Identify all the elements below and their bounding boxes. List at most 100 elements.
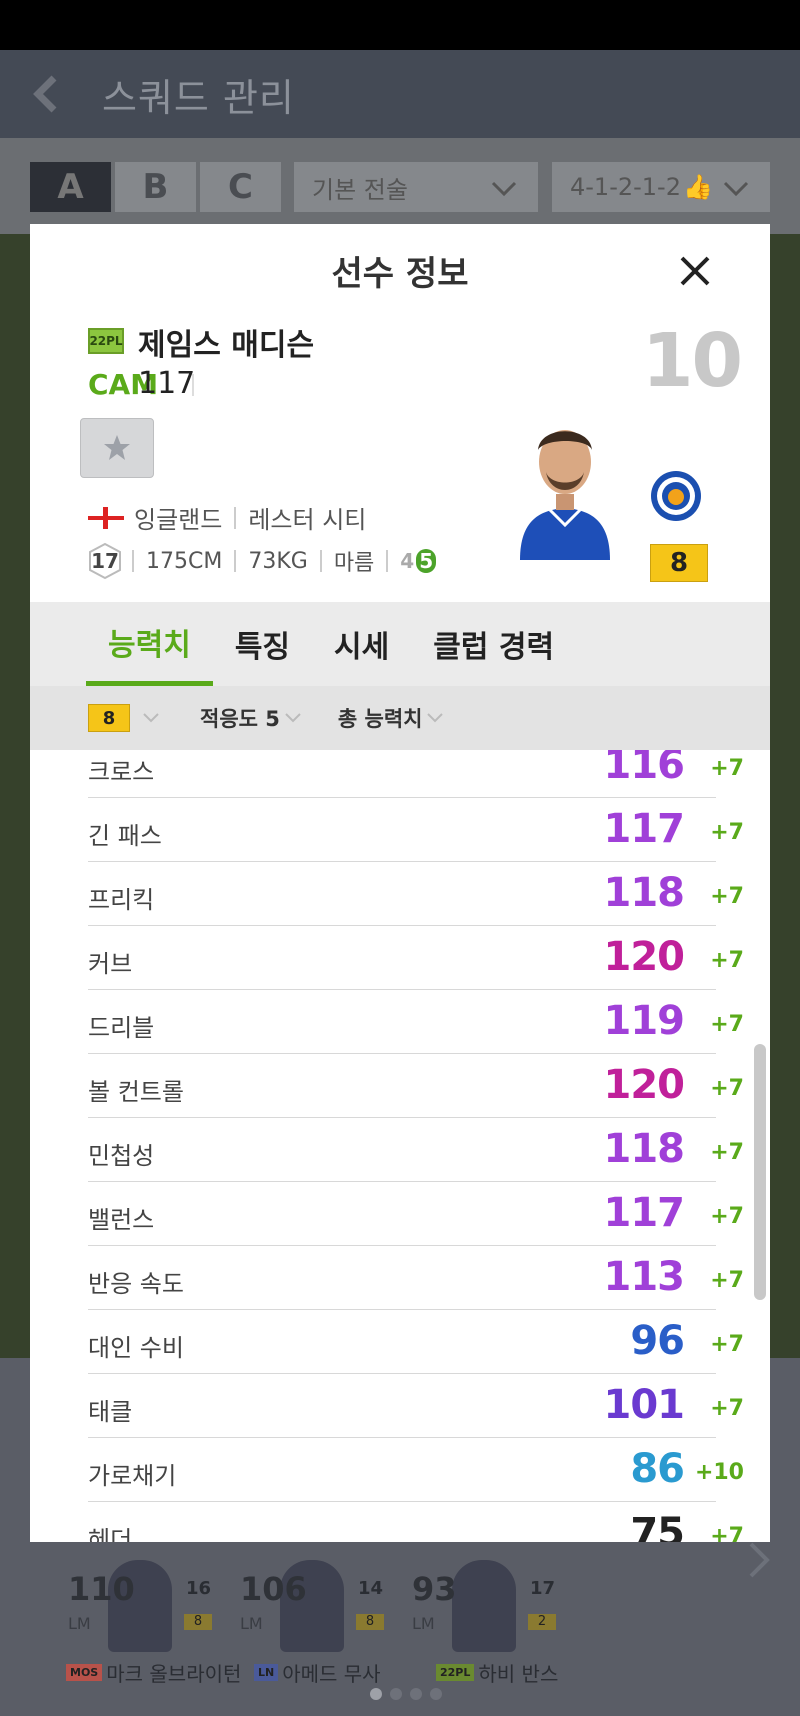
chevron-down-icon (723, 181, 749, 197)
squad-tab-c[interactable]: C (198, 160, 283, 214)
stat-value: 117 (603, 1190, 685, 1236)
stat-bonus: +7 (710, 1140, 744, 1165)
stat-bonus: +7 (710, 1332, 744, 1357)
player-info-modal: 선수 정보 22PL 제임스 매디슨 10 CAM 117 잉글랜드 레스터 시… (30, 224, 770, 1542)
stat-name: 긴 패스 (88, 822, 162, 850)
back-button[interactable] (30, 50, 90, 138)
squad-tab-b[interactable]: B (113, 160, 198, 214)
player-photo (452, 1560, 516, 1652)
tab-traits[interactable]: 특징 (213, 602, 312, 686)
bench-position: LM (412, 1614, 435, 1633)
bench-grade: 8 (356, 1614, 384, 1630)
grade-filter[interactable]: 8 (88, 704, 130, 732)
grade-badge: 8 (650, 544, 708, 582)
tactic-label: 기본 전술 (312, 175, 408, 204)
stat-name: 반응 속도 (88, 1270, 184, 1298)
stat-value: 75 (630, 1510, 685, 1542)
stat-row: 프리킥 118 +7 (88, 862, 744, 926)
bench-grade: 2 (528, 1614, 556, 1630)
adaptability-filter[interactable]: 적응도 5 (200, 703, 338, 733)
nation-name: 잉글랜드 (134, 506, 223, 534)
bench-name-text: 마크 올브라이턴 (106, 1662, 242, 1686)
stat-value: 101 (603, 1382, 685, 1428)
stat-list[interactable]: 크로스 116 +7 긴 패스 117 +7 프리킥 118 +7 커브 120 +7 드리블 119 +7… (30, 750, 770, 1542)
stat-name: 가로채기 (88, 1462, 177, 1490)
stat-name: 커브 (88, 950, 133, 978)
season-badge: 22PL (436, 1664, 475, 1681)
stat-bonus: +7 (710, 1524, 744, 1542)
nationality-club: 잉글랜드 레스터 시티 (88, 500, 366, 535)
club-crest-icon (651, 471, 701, 521)
stat-bonus: +7 (710, 820, 744, 845)
tactic-dropdown[interactable]: 기본 전술 (292, 160, 540, 214)
formation-label: 4-1-2-1-2 (570, 173, 681, 201)
tab-club-history[interactable]: 클럽 경력 (411, 602, 576, 686)
chevron-down-icon[interactable] (142, 712, 160, 724)
stat-bonus: +7 (710, 1268, 744, 1293)
bench-player-card[interactable]: 93 LM 17 2 (412, 1560, 572, 1670)
bench-level: 14 (358, 1578, 384, 1599)
tab-stats[interactable]: 능력치 (86, 602, 213, 686)
bench-next-button[interactable] (745, 1540, 775, 1584)
stat-bonus: +7 (710, 1396, 744, 1421)
stat-name: 민첩성 (88, 1142, 155, 1170)
scrollbar[interactable] (754, 1044, 766, 1300)
close-button[interactable] (670, 246, 720, 296)
bench-position: LM (240, 1614, 263, 1633)
stat-row: 볼 컨트롤 120 +7 (88, 1054, 744, 1118)
stat-name: 프리킥 (88, 886, 155, 914)
england-flag-icon (88, 506, 124, 529)
stat-name: 볼 컨트롤 (88, 1078, 184, 1106)
star-icon (104, 435, 130, 460)
page-dot (430, 1688, 442, 1700)
season-badge: 22PL (88, 328, 124, 354)
chevron-left-icon (33, 75, 57, 113)
stat-name: 헤더 (88, 1526, 133, 1542)
stat-bonus: +7 (710, 1076, 744, 1101)
page-title: 스쿼드 관리 (102, 75, 295, 120)
stat-row: 대인 수비 96 +7 (88, 1310, 744, 1374)
chevron-down-icon (285, 713, 301, 723)
bench-player-card[interactable]: 106 LM 14 8 (240, 1560, 400, 1670)
stat-value: 113 (603, 1254, 685, 1300)
bench-player-name: MOS 마크 올브라이턴 (66, 1658, 241, 1687)
age-value: 17 (91, 549, 119, 573)
foot-badge: 4 5 (400, 549, 437, 573)
stat-bonus: +10 (694, 1460, 744, 1485)
divider (192, 374, 194, 396)
tab-price[interactable]: 시세 (312, 602, 411, 686)
chevron-down-icon (427, 713, 444, 723)
bench-ovr: 110 (68, 1570, 135, 1608)
divider (132, 550, 134, 572)
strong-foot-value: 5 (416, 549, 437, 573)
adaptability-label: 적응도 5 (200, 707, 280, 731)
bench-player-card[interactable]: 110 LM 16 8 (68, 1560, 228, 1670)
chevron-right-icon (749, 1542, 770, 1578)
stat-value: 118 (603, 870, 685, 916)
favorite-button[interactable] (80, 418, 154, 478)
formation-dropdown[interactable]: 4-1-2-1-2 👍 (550, 160, 772, 214)
total-stats-filter[interactable]: 총 능력치 (338, 703, 481, 733)
season-badge: LN (254, 1664, 279, 1681)
height-value: 175CM (146, 548, 223, 574)
stat-row: 민첩성 118 +7 (88, 1118, 744, 1182)
bench-name-text: 아메드 무사 (282, 1662, 381, 1686)
divider (386, 550, 389, 572)
stat-row: 헤더 75 +7 (88, 1502, 744, 1542)
player-overall: 117 (138, 366, 196, 401)
stat-row: 반응 속도 113 +7 (88, 1246, 744, 1310)
chevron-down-icon (491, 181, 517, 197)
age-badge: 17 (88, 542, 122, 580)
stat-value: 117 (603, 806, 685, 852)
physical-info: 17 175CM 73KG 마름 4 5 (88, 542, 437, 580)
divider (319, 550, 322, 572)
total-stats-label: 총 능력치 (337, 707, 423, 731)
bench-position: LM (68, 1614, 91, 1633)
bench-grade: 8 (184, 1614, 212, 1630)
stat-row: 크로스 116 +7 (88, 750, 744, 798)
squad-tab-a[interactable]: A (28, 160, 113, 214)
bench-player-name: 22PL 하비 반스 (436, 1658, 558, 1687)
close-icon (680, 256, 710, 286)
bench-player-name: LN 아메드 무사 (254, 1658, 381, 1687)
stat-value: 120 (603, 934, 685, 980)
